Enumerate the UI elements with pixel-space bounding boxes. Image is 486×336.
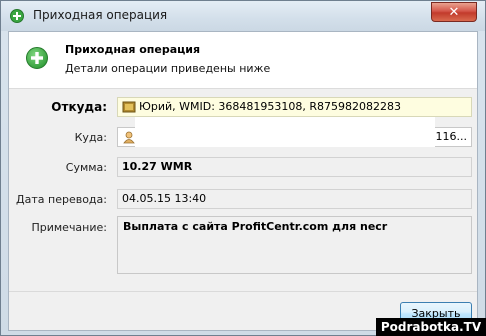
- watermark: Podrabotka.TV: [376, 318, 486, 336]
- dialog-window: Приходная операция ✕ Приходная операция …: [0, 0, 486, 336]
- header-subtitle: Детали операции приведены ниже: [65, 62, 271, 75]
- note-field[interactable]: Выплата с сайта ProfitCentr.com для necr: [117, 216, 472, 274]
- person-icon: [123, 131, 135, 144]
- window-title: Приходная операция: [33, 8, 168, 22]
- title-bar[interactable]: Приходная операция ✕: [1, 1, 485, 31]
- add-circle-icon: [26, 47, 48, 69]
- window-close-button[interactable]: ✕: [431, 2, 477, 22]
- from-label: Откуда:: [51, 100, 107, 114]
- from-field[interactable]: Юрий, WMID: 368481953108, R875982082283: [117, 97, 472, 117]
- amount-label: Сумма:: [65, 161, 107, 174]
- to-label: Куда:: [74, 131, 107, 144]
- date-field[interactable]: 04.05.15 13:40: [117, 189, 472, 209]
- green-plus-icon: [10, 9, 24, 23]
- header-title: Приходная операция: [65, 43, 201, 56]
- note-label: Примечание:: [31, 221, 107, 234]
- date-label: Дата перевода:: [16, 193, 107, 206]
- dialog-header: Приходная операция Детали операции приве…: [9, 32, 477, 89]
- redaction-box: [135, 117, 435, 147]
- amount-field[interactable]: 10.27 WMR: [117, 157, 472, 177]
- wallet-icon: [122, 101, 136, 113]
- from-value: Юрий, WMID: 368481953108, R875982082283: [139, 100, 402, 113]
- close-icon: ✕: [448, 4, 460, 20]
- dialog-body: Приходная операция Детали операции приве…: [8, 31, 478, 331]
